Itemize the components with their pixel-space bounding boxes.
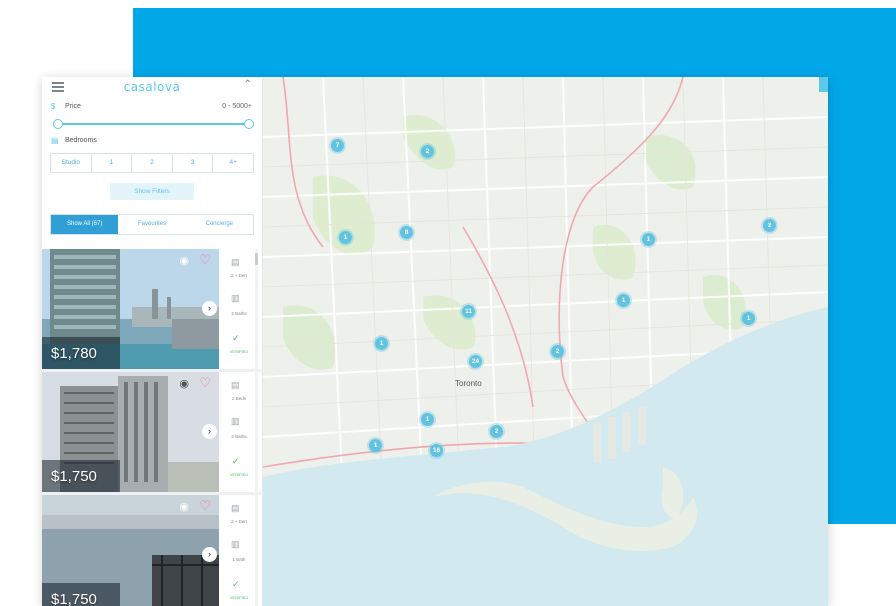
app-logo: casalova [123,80,181,94]
listing-info: ▤ 2 + Den ▥ 2 Baths ✓ VERIFIED [222,249,255,369]
listing-card[interactable]: $1,750 ◉ ♡ › ▤ 2 + Den ▥ 1 Bath ✓ VERIFI… [42,495,263,606]
listing-card[interactable]: $1,780 ◉ ♡ › ▤ 2 + Den ▥ 2 Baths ✓ VERIF… [42,249,263,372]
bed-icon: ▤ [231,380,240,390]
map-cluster-marker[interactable]: 16 [428,442,445,459]
verified-label: VERIFIED [229,472,249,477]
price-min-handle[interactable] [53,119,63,129]
tab-favourites[interactable]: Favourites [118,215,185,234]
verified-label: VERIFIED [229,595,249,600]
price-row: $ Price 0 - 5000+ [42,99,262,115]
verified-check-icon: ✓ [232,579,240,589]
promo-stage: casalova ⌃ $ Price 0 - 5000+ ▤ Bedrooms … [0,0,896,606]
map-cluster-marker[interactable]: 1 [640,231,657,248]
listing-price: $1,780 [51,345,97,362]
price-slider-track [55,123,252,125]
map-cluster-marker[interactable]: 2 [488,423,505,440]
bedrooms-row: ▤ Bedrooms [42,133,262,149]
verified-check-icon: ✓ [232,333,240,343]
tab-show-all[interactable]: Show All (67) [51,215,119,234]
map-cluster-marker[interactable]: 2 [549,343,566,360]
map-cluster-marker[interactable]: 7 [329,137,346,154]
tab-concierge[interactable]: Concierge [186,215,253,234]
next-photo-chevron-icon[interactable]: › [202,424,217,439]
map-cluster-marker[interactable]: 1 [373,335,390,352]
listing-beds: 2 Beds [231,396,246,401]
map-cluster-marker[interactable]: 1 [740,310,757,327]
listing-price: $1,750 [51,468,97,485]
next-photo-chevron-icon[interactable]: › [202,301,217,316]
map-view[interactable]: Toronto 7 2 1 8 1 11 1 24 2 1 1 16 2 1 1… [263,77,828,606]
dollar-icon: $ [51,102,56,111]
listing-list: $1,780 ◉ ♡ › ▤ 2 + Den ▥ 2 Baths ✓ VERIF… [42,249,263,606]
listing-photo[interactable]: $1,750 ◉ ♡ › [42,372,219,492]
listing-baths: 1 Bath [232,557,246,562]
chevron-up-icon[interactable]: ⌃ [244,79,252,90]
listing-scrollbar[interactable] [255,249,258,606]
price-range-value: 0 - 5000+ [222,103,252,110]
listing-beds: 2 + Den [231,519,247,524]
listing-baths: 2 Baths [231,311,247,316]
favourite-heart-icon[interactable]: ♡ [199,252,211,268]
favourite-heart-icon[interactable]: ♡ [199,375,211,391]
bedroom-option-studio[interactable]: Studio [51,154,92,172]
map-cluster-marker[interactable]: 2 [761,217,778,234]
listing-card[interactable]: $1,750 ◉ ♡ › ▤ 2 Beds ▥ 2 Baths ✓ VERIFI… [42,372,263,495]
map-cluster-marker[interactable]: 1 [337,229,354,246]
bedrooms-label: Bedrooms [65,137,97,144]
map-cluster-marker[interactable]: 24 [467,353,484,370]
listing-info: ▤ 2 + Den ▥ 1 Bath ✓ VERIFIED [222,495,255,606]
hide-eye-icon[interactable]: ◉ [179,377,189,390]
listing-beds: 2 + Den [231,273,247,278]
map-city-label: Toronto [455,379,482,388]
bath-icon: ▥ [231,293,240,303]
favourite-heart-icon[interactable]: ♡ [199,498,211,514]
bed-icon: ▤ [231,257,240,267]
verified-label: VERIFIED [229,349,249,354]
map-cluster-marker[interactable]: 2 [419,143,436,160]
scrollbar-thumb[interactable] [255,253,258,265]
bedroom-option-1[interactable]: 1 [92,154,133,172]
top-bar: casalova ⌃ [42,77,262,99]
hide-eye-icon[interactable]: ◉ [179,254,189,267]
bed-icon: ▤ [231,503,240,513]
map-cluster-marker[interactable]: 1 [419,411,436,428]
listing-baths: 2 Baths [231,434,247,439]
bath-icon: ▥ [231,416,240,426]
sidebar: casalova ⌃ $ Price 0 - 5000+ ▤ Bedrooms … [42,77,263,606]
map-cluster-marker[interactable]: 8 [398,224,415,241]
price-label: Price [65,103,81,110]
map-base [263,77,828,606]
bed-icon: ▤ [51,136,59,145]
bath-icon: ▥ [231,539,240,549]
listing-price: $1,750 [51,591,97,606]
price-max-handle[interactable] [244,119,254,129]
map-cluster-marker[interactable]: 1 [615,292,632,309]
map-cluster-marker[interactable]: 1 [367,437,384,454]
bedroom-option-4plus[interactable]: 4+ [213,154,253,172]
app-window: casalova ⌃ $ Price 0 - 5000+ ▤ Bedrooms … [42,77,828,606]
bedroom-option-2[interactable]: 2 [132,154,173,172]
next-photo-chevron-icon[interactable]: › [202,547,217,562]
verified-check-icon: ✓ [232,456,240,466]
hide-eye-icon[interactable]: ◉ [179,500,189,513]
listing-info: ▤ 2 Beds ▥ 2 Baths ✓ VERIFIED [222,372,255,492]
map-cluster-marker[interactable]: 11 [460,303,477,320]
listing-photo[interactable]: $1,750 ◉ ♡ › [42,495,219,606]
listing-tabs: Show All (67) Favourites Concierge [50,214,254,235]
price-slider[interactable] [53,115,254,133]
show-filters-button[interactable]: Show Filters [110,183,194,200]
listing-photo[interactable]: $1,780 ◉ ♡ › [42,249,219,369]
bedroom-selector: Studio 1 2 3 4+ [50,153,254,173]
map-control-tab[interactable] [819,77,828,92]
bedroom-option-3[interactable]: 3 [173,154,214,172]
